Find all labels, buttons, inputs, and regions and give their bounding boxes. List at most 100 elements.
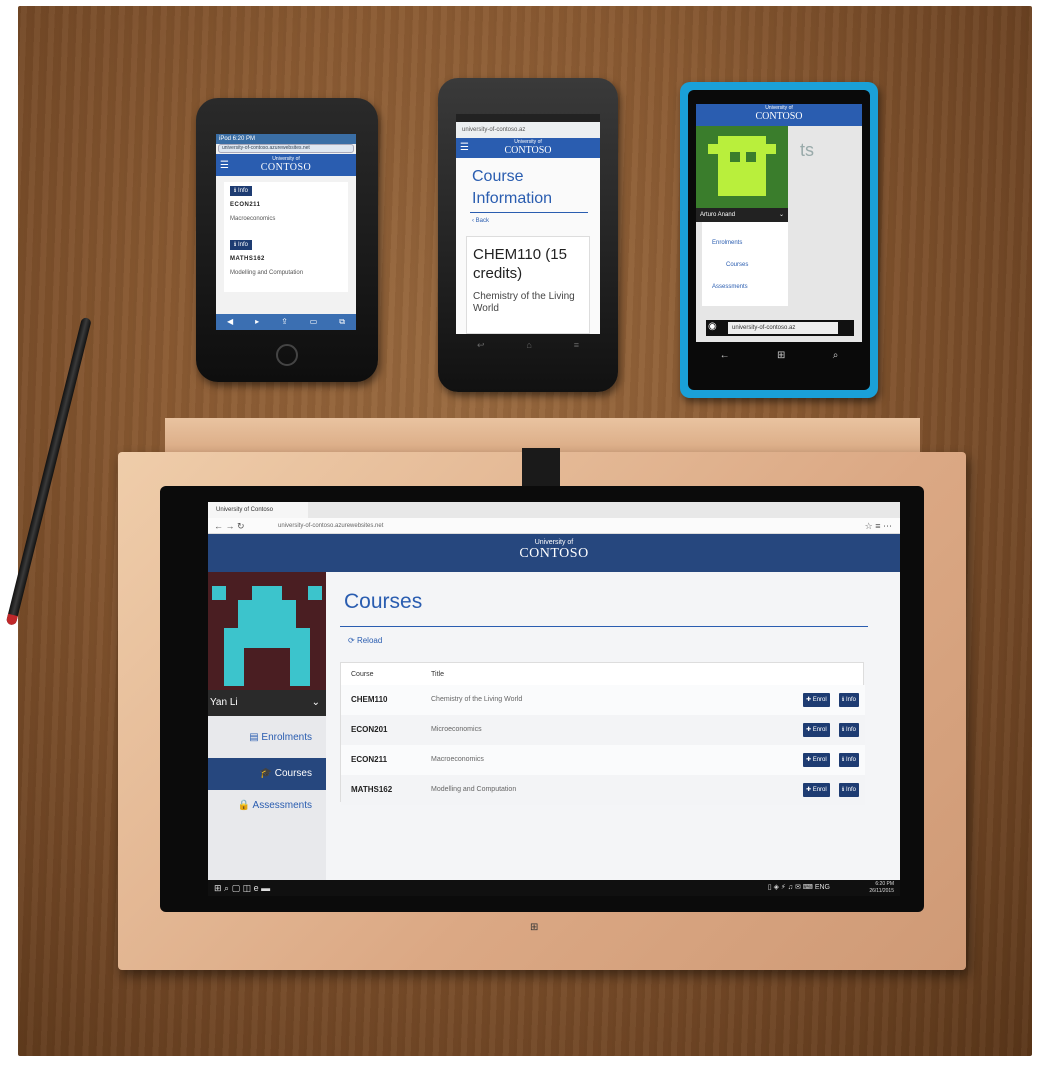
tray-icons[interactable]: ▯ ◈ ⚡ ♫ ✉ ⌨ bbox=[768, 884, 815, 891]
clock[interactable]: 6:20 PM 26/11/2015 bbox=[869, 881, 894, 895]
clock-time: 6:20 PM bbox=[875, 881, 894, 887]
taskbar: ⊞ ⌕ ▢ ◫ e ▬ ▯ ◈ ⚡ ♫ ✉ ⌨ ENG 6:20 PM 26/1… bbox=[208, 880, 900, 896]
user-name: Arturo Anand bbox=[700, 212, 736, 218]
back-icon[interactable]: ◀ bbox=[227, 314, 233, 330]
course-title: Modelling and Computation bbox=[230, 270, 304, 276]
hamburger-icon[interactable]: ☰ bbox=[460, 142, 469, 153]
site-header: University of CONTOSO bbox=[216, 154, 356, 176]
enrol-label: Enrol bbox=[812, 727, 827, 733]
sidebar-item-assessments[interactable]: 🔒 Assessments bbox=[208, 790, 326, 822]
avatar bbox=[696, 126, 788, 208]
info-label: Info bbox=[845, 787, 856, 793]
menu-icon[interactable]: ≡ bbox=[574, 340, 579, 354]
brand-prefix: University of bbox=[534, 539, 574, 546]
avatar-pixel bbox=[224, 648, 244, 686]
enrol-button[interactable]: ✚ Enrol bbox=[803, 753, 830, 767]
nav-item-courses[interactable]: Courses bbox=[726, 262, 748, 268]
lock-icon: 🔒 bbox=[237, 800, 253, 811]
browser-toolbar: ◀ ▸ ⇪ ▭ ⧉ bbox=[216, 314, 356, 330]
page-title: ts bbox=[800, 140, 815, 160]
sidebar-item-label: Assessments bbox=[252, 800, 312, 811]
graduation-cap-icon: 🎓 bbox=[259, 768, 275, 779]
enrol-button[interactable]: ✚ Enrol bbox=[803, 693, 830, 707]
avatar-pixel bbox=[252, 586, 282, 600]
course-code: CHEM110 (15 credits) bbox=[473, 246, 567, 282]
taskbar-apps-icon[interactable]: ⊞ ⌕ ▢ ◫ e ▬ bbox=[214, 880, 270, 896]
status-bar bbox=[456, 114, 600, 122]
course-title: Macroeconomics bbox=[431, 756, 484, 763]
hamburger-icon[interactable]: ☰ bbox=[220, 160, 229, 171]
avatar bbox=[208, 572, 326, 690]
plus-icon: ✚ bbox=[806, 697, 813, 703]
enrol-button[interactable]: ✚ Enrol bbox=[803, 783, 830, 797]
system-tray: ▯ ◈ ⚡ ♫ ✉ ⌨ ENG bbox=[768, 880, 830, 896]
info-button[interactable]: ℹ Info bbox=[839, 693, 859, 707]
course-title: Microeconomics bbox=[431, 726, 482, 733]
brand-name: CONTOSO bbox=[504, 145, 552, 156]
info-label: Info bbox=[845, 727, 856, 733]
iphone-screen: iPod 6:20 PM university-of-contoso.azure… bbox=[216, 134, 356, 330]
enrol-button[interactable]: ✚ Enrol bbox=[803, 723, 830, 737]
sidebar: Yan Li ⌄ ▤ Enrolments 🎓 Courses 🔒 Assess… bbox=[208, 572, 326, 896]
back-link[interactable]: ‹ Back bbox=[472, 218, 489, 224]
brand-name: CONTOSO bbox=[519, 546, 589, 561]
back-icon[interactable]: ← bbox=[720, 350, 730, 366]
nav-item-enrolments[interactable]: Enrolments bbox=[712, 240, 742, 246]
course-title: Macroeconomics bbox=[230, 216, 276, 222]
reload-button[interactable]: ⟳ Reload bbox=[348, 636, 382, 645]
site-header: University of CONTOSO bbox=[456, 138, 600, 158]
info-button[interactable]: ℹ Info bbox=[839, 753, 859, 767]
plus-icon: ✚ bbox=[806, 757, 813, 763]
windows-icon[interactable]: ⊞ bbox=[530, 922, 542, 934]
avatar-pixel bbox=[212, 586, 226, 600]
pen-tip bbox=[5, 613, 18, 626]
plus-icon: ✚ bbox=[806, 787, 813, 793]
user-menu[interactable]: Arturo Anand ⌄ bbox=[696, 208, 788, 222]
nav-item-assessments[interactable]: Assessments bbox=[712, 284, 748, 290]
input-language[interactable]: ENG bbox=[815, 884, 830, 891]
course-code: ECON211 bbox=[230, 202, 261, 208]
browser-tools-icon[interactable]: ☆ ≡ ⋯ bbox=[865, 518, 892, 534]
clock-date: 26/11/2015 bbox=[869, 888, 894, 894]
tabs-icon[interactable]: ⧉ bbox=[339, 314, 345, 330]
browser-tab[interactable]: University of Contoso bbox=[208, 502, 308, 518]
tabs-icon[interactable]: ◉ bbox=[708, 321, 717, 332]
nav-arrows-icon[interactable]: ← → ↻ bbox=[214, 518, 245, 534]
back-icon[interactable]: ↩ bbox=[477, 340, 485, 354]
bookmarks-icon[interactable]: ▭ bbox=[310, 314, 318, 330]
avatar-pixel bbox=[238, 600, 296, 628]
info-button[interactable]: ℹ Info bbox=[839, 723, 859, 737]
address-bar[interactable]: university-of-contoso.az bbox=[456, 122, 600, 138]
home-button[interactable] bbox=[276, 344, 298, 366]
search-icon[interactable]: ⌕ bbox=[833, 350, 839, 366]
avatar-pixel bbox=[224, 628, 310, 648]
courses-table: Course Title CHEM110 Chemistry of the Li… bbox=[340, 662, 865, 805]
page-title: Course Information bbox=[472, 168, 553, 207]
course-title: Chemistry of the Living World bbox=[431, 696, 523, 703]
share-icon[interactable]: ⇪ bbox=[281, 314, 288, 330]
brand-prefix: University of bbox=[272, 156, 300, 162]
forward-icon[interactable]: ▸ bbox=[255, 314, 259, 330]
address-bar[interactable]: university-of-contoso.azurewebsites.net bbox=[218, 144, 354, 153]
info-button[interactable]: ℹ Info bbox=[230, 240, 252, 250]
sidebar-item-courses[interactable]: 🎓 Courses bbox=[208, 758, 326, 790]
address-bar[interactable]: university-of-contoso.azurewebsites.net bbox=[278, 520, 758, 532]
address-field[interactable]: university-of-contoso.az bbox=[728, 322, 838, 334]
chevron-down-icon[interactable]: ⌄ bbox=[312, 690, 320, 716]
course-code: CHEM110 bbox=[351, 695, 388, 704]
home-icon[interactable]: ⌂ bbox=[526, 340, 531, 354]
table-row: MATHS162 Modelling and Computation ✚ Enr… bbox=[341, 775, 865, 805]
brand-prefix: University of bbox=[765, 105, 793, 111]
status-bar: iPod 6:20 PM bbox=[216, 134, 356, 144]
chevron-down-icon[interactable]: ⌄ bbox=[779, 208, 784, 222]
brand-prefix: University of bbox=[514, 139, 542, 145]
brand-name: CONTOSO bbox=[260, 162, 312, 173]
course-title: Modelling and Computation bbox=[431, 786, 517, 793]
sidebar-item-enrolments[interactable]: ▤ Enrolments bbox=[208, 722, 326, 754]
windows-icon[interactable]: ⊞ bbox=[777, 350, 785, 366]
course-code: ECON201 bbox=[351, 725, 388, 734]
user-name: Yan Li bbox=[210, 697, 238, 708]
info-button[interactable]: ℹ Info bbox=[230, 186, 252, 196]
user-menu[interactable]: Yan Li ⌄ bbox=[208, 690, 326, 716]
info-button[interactable]: ℹ Info bbox=[839, 783, 859, 797]
